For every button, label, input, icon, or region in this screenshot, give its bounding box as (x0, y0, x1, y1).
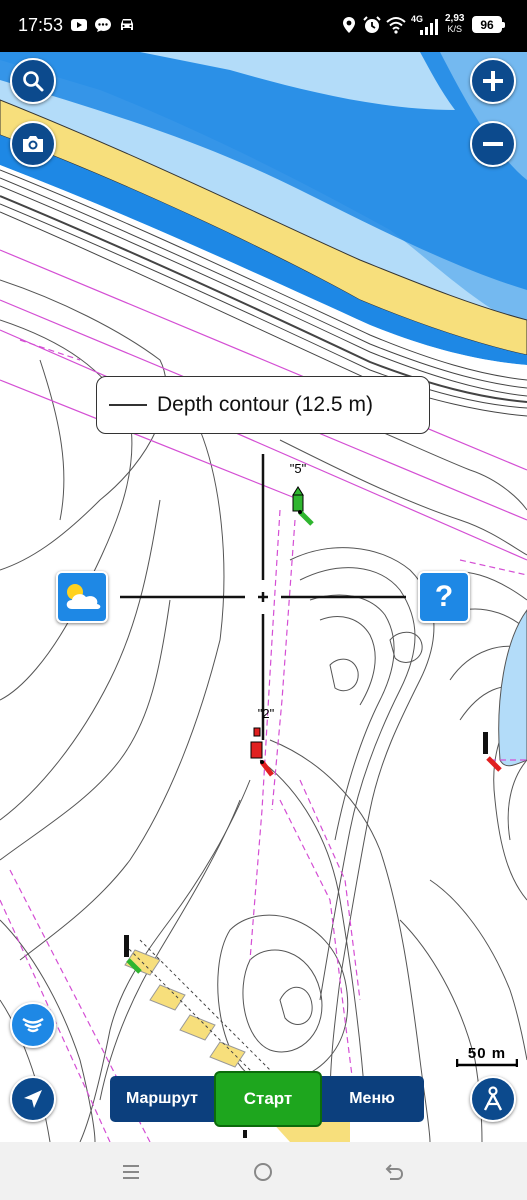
recent-apps-icon[interactable] (120, 1161, 142, 1183)
search-button[interactable] (10, 58, 56, 104)
youtube-icon (71, 19, 87, 31)
route-button[interactable]: Маршрут (110, 1076, 214, 1122)
signal-icon (420, 19, 438, 35)
search-icon (23, 71, 44, 92)
depth-contour-label[interactable]: Depth contour (12.5 m) (96, 376, 430, 434)
sonar-button[interactable] (10, 1002, 56, 1048)
camera-icon (23, 136, 43, 152)
buoy-mid-label: "2" (258, 706, 275, 721)
anchor-mode-button[interactable] (470, 1076, 516, 1122)
battery-indicator: 96 (472, 16, 505, 33)
weather-icon (66, 584, 101, 609)
depth-contour-text: Depth contour (12.5 m) (157, 393, 373, 416)
plus-icon (483, 71, 503, 91)
navigation-arrow-icon (24, 1090, 42, 1108)
car-icon (121, 19, 133, 30)
scale-bar-line (456, 1059, 518, 1067)
minus-icon (483, 142, 503, 146)
home-icon[interactable] (252, 1161, 274, 1183)
anchor-mode-icon (483, 1086, 503, 1111)
sonar-icon (22, 1017, 44, 1033)
buoy-top-label: "5" (290, 461, 307, 476)
help-icon: ? (434, 580, 454, 613)
small-marker (243, 1130, 247, 1138)
menu-button[interactable]: Меню (320, 1076, 424, 1122)
wifi-icon (386, 17, 406, 34)
back-icon[interactable] (384, 1161, 406, 1183)
chat-icon (95, 18, 111, 32)
alarm-icon (363, 16, 381, 33)
network-speed: 2,93 K/S (445, 13, 465, 35)
my-location-button[interactable] (10, 1076, 56, 1122)
status-bar: 17:53 4G 2,93 K/S 96 (0, 0, 527, 52)
zoom-in-button[interactable] (470, 58, 516, 104)
camera-button[interactable] (10, 121, 56, 167)
location-icon (343, 17, 355, 33)
help-button[interactable]: ? (418, 571, 470, 623)
zoom-out-button[interactable] (470, 121, 516, 167)
network-speed-value: 2,93 (445, 13, 465, 24)
scale-bar: 50 m (456, 1045, 518, 1069)
nautical-chart-map[interactable]: "5" "2" Depth contour (12.5 m) ? 50 m (0, 52, 527, 1142)
start-button[interactable]: Старт (214, 1071, 322, 1127)
weather-button[interactable] (56, 571, 108, 623)
contour-line-sample (109, 404, 147, 406)
status-time: 17:53 (18, 15, 64, 35)
system-nav-bar (0, 1142, 527, 1200)
network-speed-unit: K/S (447, 24, 462, 34)
